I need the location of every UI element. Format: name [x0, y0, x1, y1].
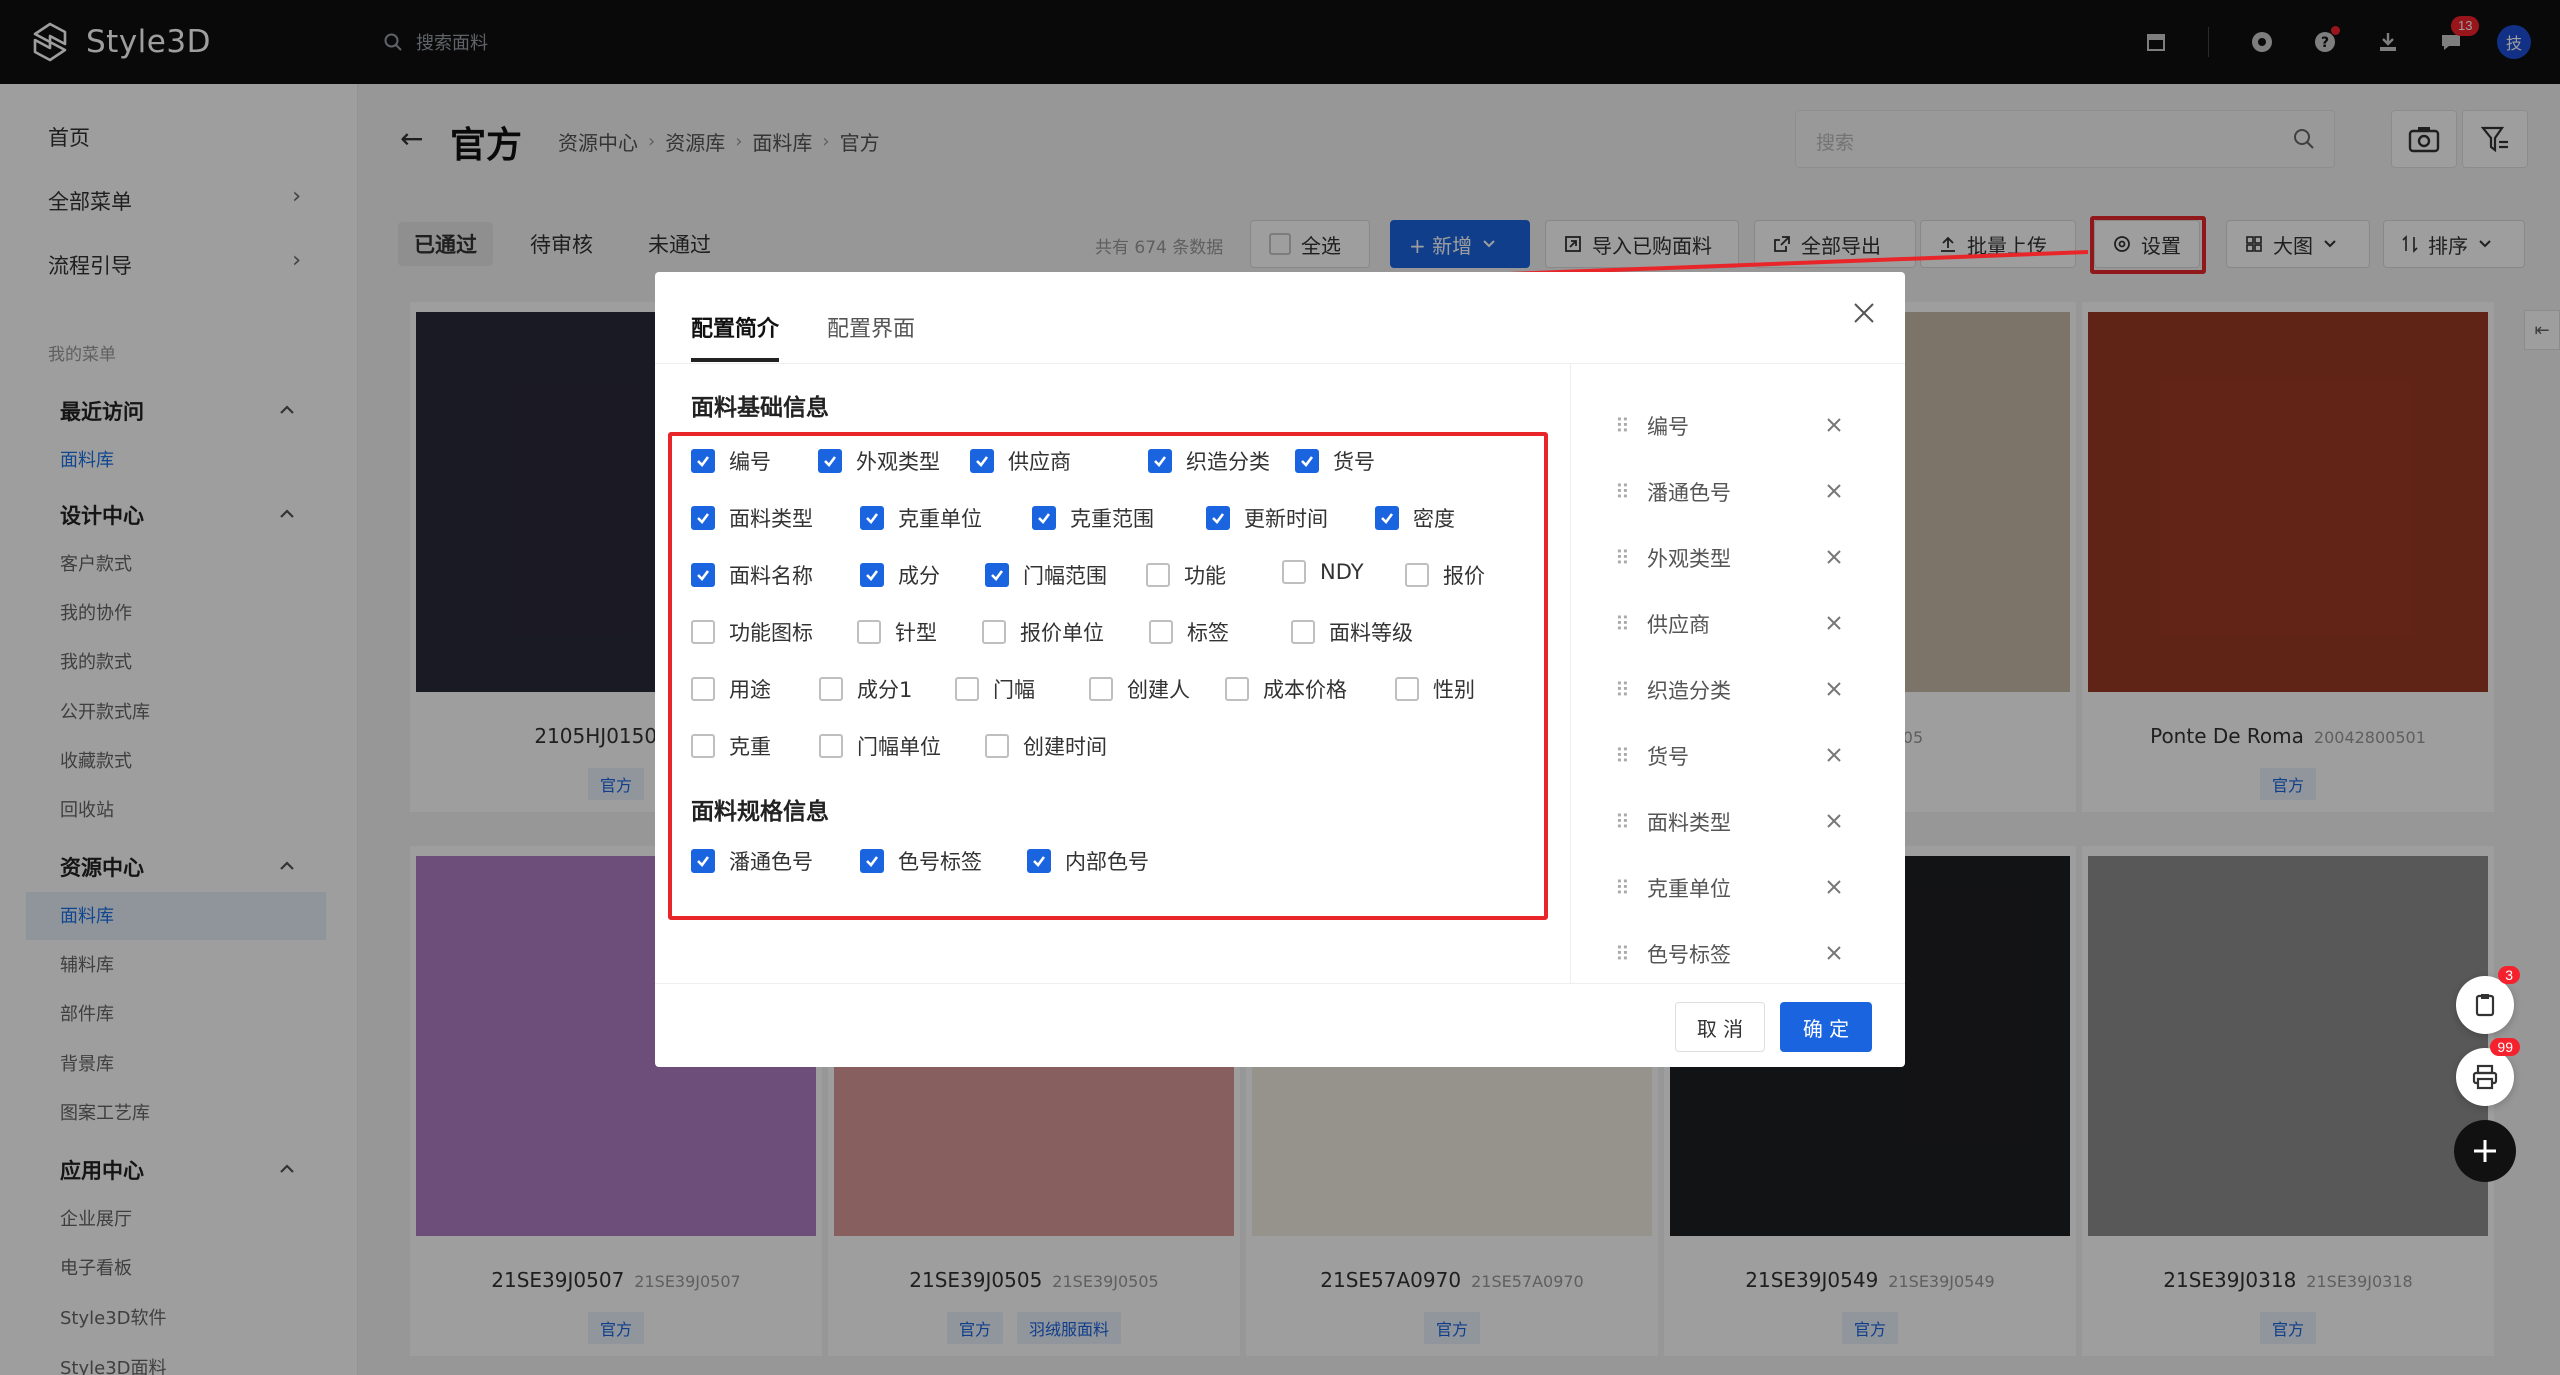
section-basic-info: 面料基础信息 — [691, 395, 829, 421]
print-count-badge: 99 — [2490, 1038, 2520, 1056]
selected-field-item[interactable]: ⠿ 克重单位 — [1615, 868, 1875, 908]
selected-field-label: 克重单位 — [1647, 877, 1731, 901]
selected-field-item[interactable]: ⠿ 编号 — [1615, 406, 1875, 446]
drag-handle-icon[interactable]: ⠿ — [1615, 678, 1630, 702]
remove-icon[interactable] — [1823, 744, 1845, 766]
remove-icon[interactable] — [1823, 876, 1845, 898]
drag-handle-icon[interactable]: ⠿ — [1615, 612, 1630, 636]
options-highlight-annotation — [668, 432, 1548, 920]
selected-field-label: 面料类型 — [1647, 811, 1731, 835]
tab-config-interface[interactable]: 配置界面 — [827, 292, 915, 362]
selected-field-item[interactable]: ⠿ 色号标签 — [1615, 934, 1875, 974]
selected-field-item[interactable]: ⠿ 潘通色号 — [1615, 472, 1875, 512]
drag-handle-icon[interactable]: ⠿ — [1615, 942, 1630, 966]
remove-icon[interactable] — [1823, 480, 1845, 502]
selected-field-label: 编号 — [1647, 415, 1689, 439]
selected-field-label: 外观类型 — [1647, 547, 1731, 571]
dialog-tab-divider — [655, 363, 1905, 364]
cart-count-badge: 3 — [2498, 966, 2520, 984]
close-icon[interactable] — [1851, 300, 1877, 326]
drag-handle-icon[interactable]: ⠿ — [1615, 480, 1630, 504]
remove-icon[interactable] — [1823, 546, 1845, 568]
selected-field-label: 供应商 — [1647, 613, 1710, 637]
clipboard-icon — [2475, 994, 2495, 1017]
cancel-button[interactable]: 取 消 — [1675, 1002, 1765, 1052]
confirm-button[interactable]: 确 定 — [1780, 1002, 1872, 1052]
remove-icon[interactable] — [1823, 942, 1845, 964]
remove-icon[interactable] — [1823, 414, 1845, 436]
print-button[interactable]: 99 — [2456, 1038, 2520, 1106]
selected-field-item[interactable]: ⠿ 织造分类 — [1615, 670, 1875, 710]
printer-icon — [2472, 1064, 2498, 1090]
selected-field-label: 货号 — [1647, 745, 1689, 769]
drag-handle-icon[interactable]: ⠿ — [1615, 810, 1630, 834]
tab-config-summary[interactable]: 配置简介 — [691, 292, 780, 362]
drag-handle-icon[interactable]: ⠿ — [1615, 414, 1630, 438]
settings-dialog: 配置简介 配置界面 面料基础信息 编号外观类型供应商织造分类货号面料类型克重单位… — [655, 272, 1905, 1067]
remove-icon[interactable] — [1823, 678, 1845, 700]
selected-field-item[interactable]: ⠿ 外观类型 — [1615, 538, 1875, 578]
drag-handle-icon[interactable]: ⠿ — [1615, 744, 1630, 768]
selected-field-item[interactable]: ⠿ 供应商 — [1615, 604, 1875, 644]
plus-icon — [2474, 1140, 2496, 1162]
dialog-column-divider — [1570, 363, 1571, 983]
dialog-footer-divider — [655, 983, 1905, 984]
add-fab[interactable] — [2454, 1120, 2516, 1182]
selected-field-label: 色号标签 — [1647, 943, 1731, 967]
remove-icon[interactable] — [1823, 810, 1845, 832]
remove-icon[interactable] — [1823, 612, 1845, 634]
drag-handle-icon[interactable]: ⠿ — [1615, 546, 1630, 570]
selected-field-item[interactable]: ⠿ 货号 — [1615, 736, 1875, 776]
selected-field-label: 潘通色号 — [1647, 481, 1731, 505]
selected-field-label: 织造分类 — [1647, 679, 1731, 703]
selected-field-item[interactable]: ⠿ 面料类型 — [1615, 802, 1875, 842]
drag-handle-icon[interactable]: ⠿ — [1615, 876, 1630, 900]
cart-button[interactable]: 3 — [2456, 966, 2520, 1034]
